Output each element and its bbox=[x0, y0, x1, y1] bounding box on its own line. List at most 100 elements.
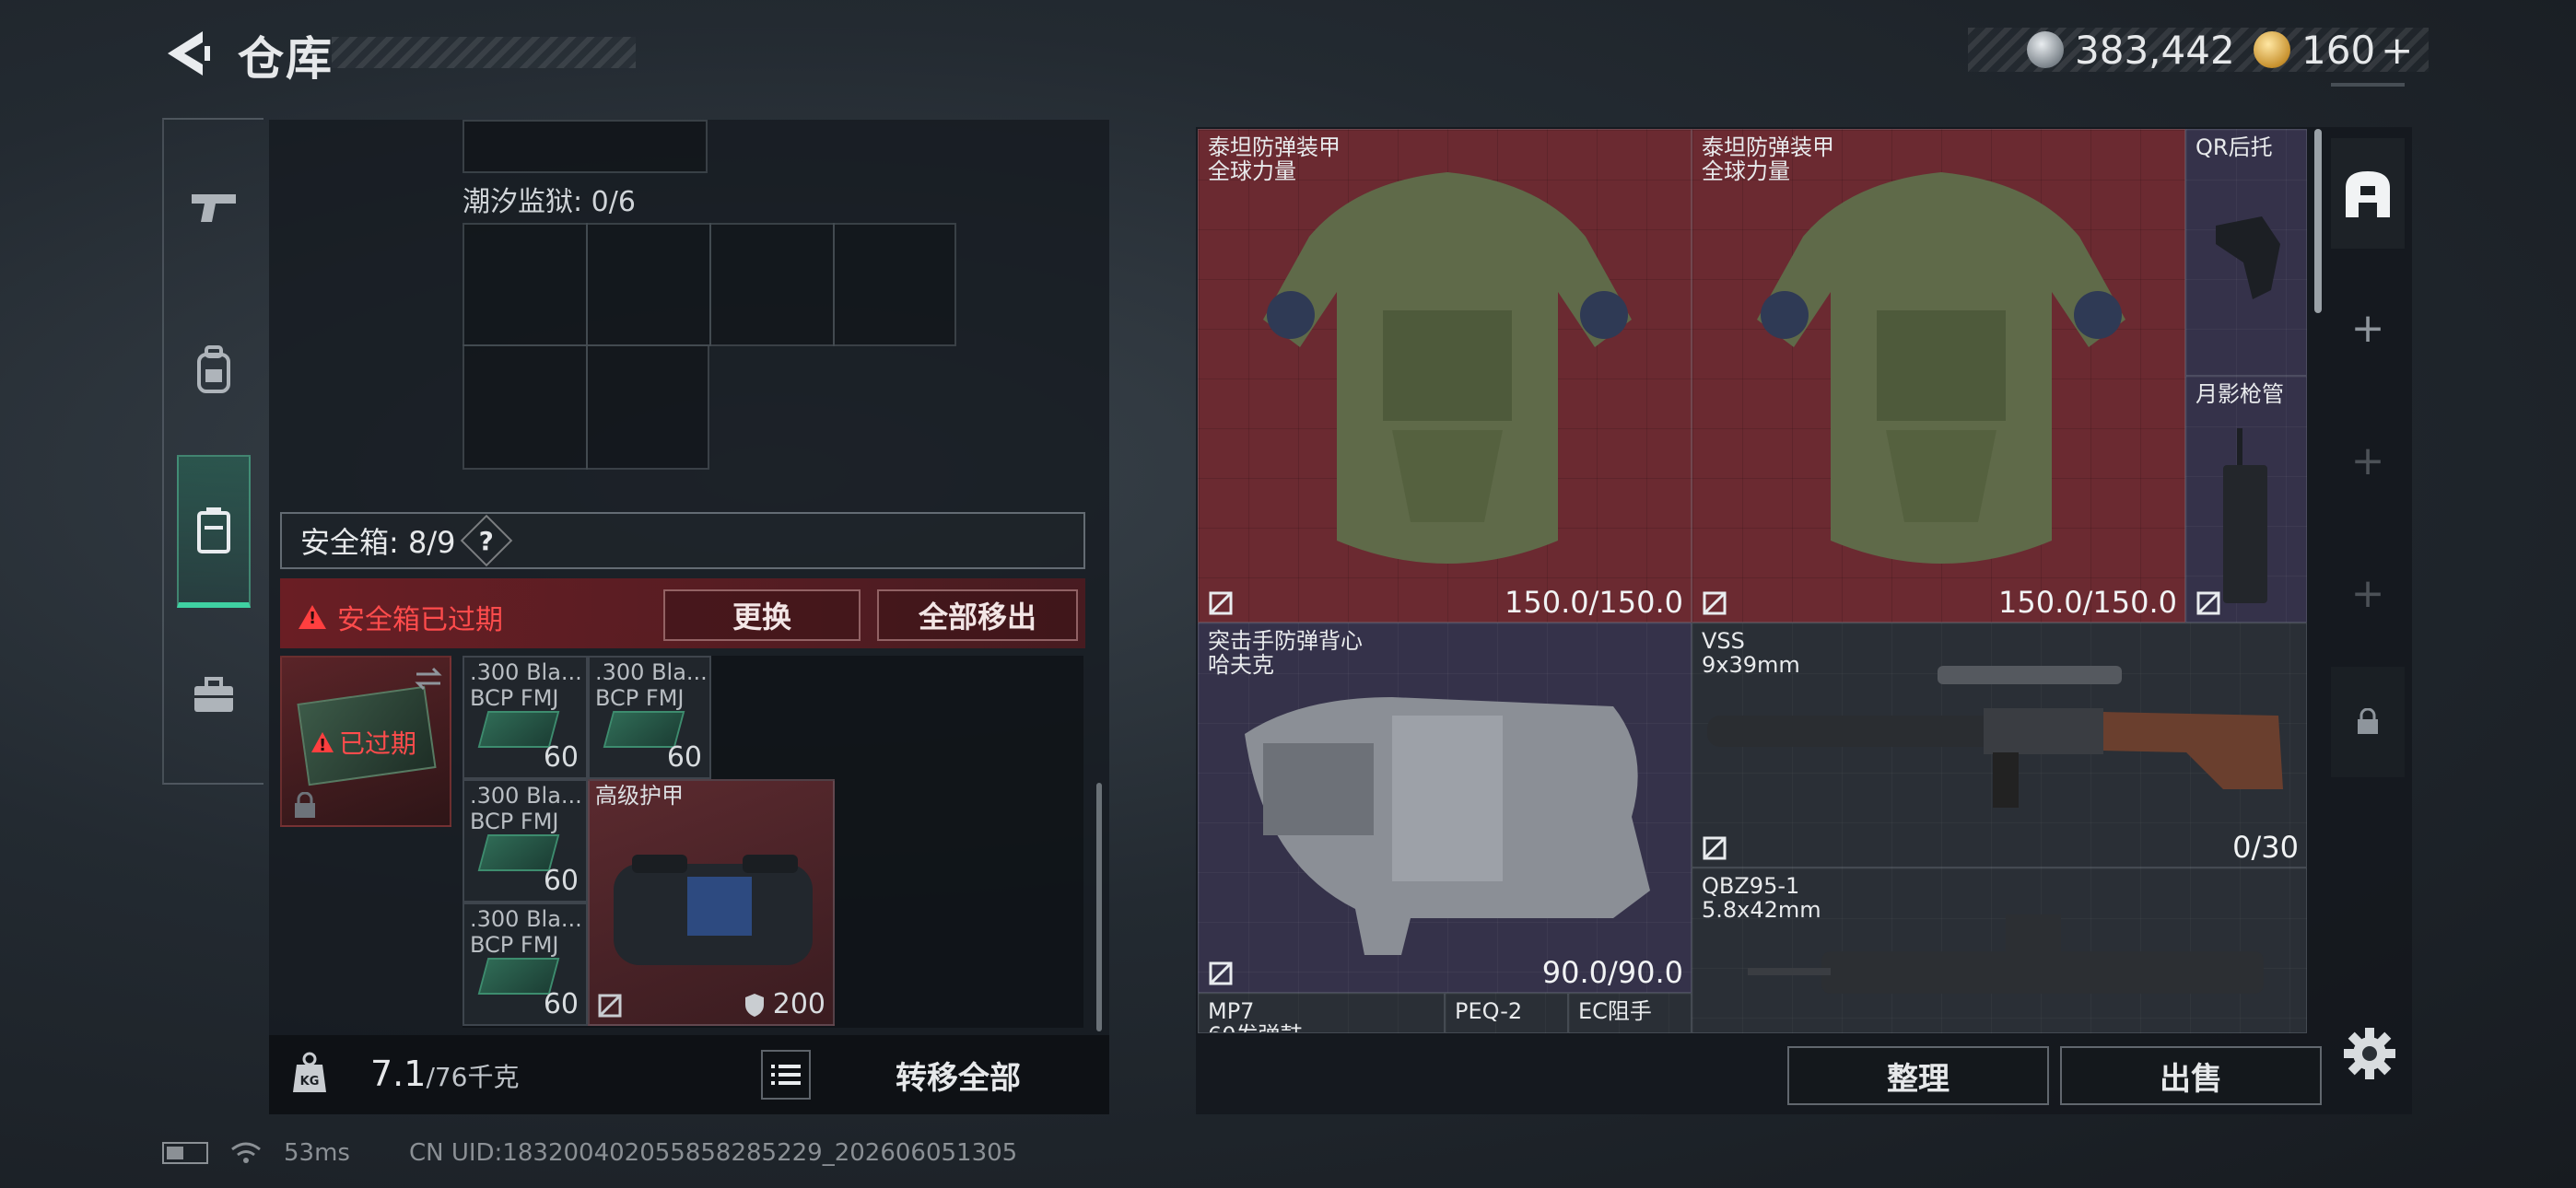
grid-cell[interactable] bbox=[463, 344, 588, 470]
weight-icon: KG bbox=[293, 1052, 326, 1092]
qbz95-rifle-image bbox=[1748, 914, 2264, 994]
item-name: 高级护甲 bbox=[595, 783, 684, 809]
safe-box-header: 安全箱: 8/9 ? bbox=[280, 512, 1085, 569]
no-insurance-icon bbox=[1703, 836, 1727, 860]
sort-button[interactable]: 整理 bbox=[1787, 1046, 2049, 1105]
tide-prison-label: 潮汐监狱: 0/6 bbox=[463, 186, 636, 218]
durability: 90.0/90.0 bbox=[1541, 955, 1683, 990]
attachment-slot[interactable]: EC阻手 bbox=[1568, 993, 1692, 1033]
transfer-all-button[interactable]: 转移全部 bbox=[866, 1050, 1050, 1100]
backpack-icon bbox=[197, 345, 230, 393]
slot-name: 突击手防弹背心 哈夫克 bbox=[1208, 628, 1363, 678]
silver-amount: 383,442 bbox=[2075, 27, 2235, 73]
attachment-slot[interactable]: 月影枪管 bbox=[2185, 376, 2307, 623]
expired-message-text: 安全箱已过期 bbox=[337, 604, 503, 636]
rail-tab-weapons[interactable] bbox=[177, 157, 251, 258]
weight-readout: 7.1/76千克 bbox=[370, 1054, 520, 1094]
grid-cell[interactable] bbox=[463, 223, 588, 346]
page-title: 仓库 bbox=[238, 32, 334, 86]
vest-slot[interactable]: 突击手防弹背心 哈夫克 90.0/90.0 bbox=[1198, 623, 1692, 993]
no-insurance-icon bbox=[2196, 591, 2220, 615]
armor-value: 200 bbox=[744, 988, 825, 1020]
warning-icon bbox=[311, 732, 334, 755]
ammo-item[interactable]: .300 Bla... BCP FMJ 60 bbox=[463, 656, 588, 779]
swap-icon bbox=[413, 665, 444, 693]
container-slot-locked[interactable] bbox=[2331, 667, 2405, 777]
ammo-item[interactable]: .300 Bla... BCP FMJ 60 bbox=[463, 779, 588, 903]
replace-button[interactable]: 更换 bbox=[663, 589, 861, 641]
armor-bag-image bbox=[614, 855, 813, 965]
gold-amount: 160 bbox=[2301, 27, 2376, 73]
attachment-slot[interactable]: QR后托 bbox=[2185, 129, 2307, 376]
grid-cell[interactable] bbox=[709, 223, 835, 346]
rail-tab-backpack[interactable] bbox=[177, 319, 251, 420]
gold-currency[interactable]: 160 + bbox=[2254, 27, 2413, 73]
gold-coin-icon bbox=[2254, 31, 2290, 68]
item-name: .300 Bla... BCP FMJ bbox=[470, 659, 582, 711]
add-currency-icon[interactable]: + bbox=[2381, 28, 2413, 73]
svg-text:KG: KG bbox=[300, 1075, 320, 1089]
ammo-count: 0/30 bbox=[2232, 830, 2299, 865]
no-insurance-icon bbox=[1209, 591, 1233, 615]
sell-button[interactable]: 出售 bbox=[2060, 1046, 2322, 1105]
list-icon bbox=[771, 1065, 801, 1085]
durability: 150.0/150.0 bbox=[1505, 585, 1683, 620]
grid-cell[interactable] bbox=[586, 223, 711, 346]
armor-value-text: 200 bbox=[772, 988, 825, 1020]
rail-tab-toolbox[interactable] bbox=[177, 645, 251, 746]
container-slot-add[interactable]: + bbox=[2331, 405, 2405, 516]
grid-cell[interactable] bbox=[463, 120, 708, 173]
slot-name: EC阻手 bbox=[1578, 998, 1652, 1024]
plus-icon: + bbox=[2350, 569, 2385, 617]
item-count: 60 bbox=[543, 988, 579, 1020]
ammo-item[interactable]: .300 Bla... BCP FMJ 60 bbox=[463, 903, 588, 1026]
grid-cell[interactable] bbox=[833, 223, 956, 346]
right-rail-divider bbox=[2331, 83, 2405, 87]
loadout-scrollbar[interactable] bbox=[2314, 129, 2322, 313]
container-slot-add[interactable]: + bbox=[2331, 273, 2405, 383]
item-count: 60 bbox=[543, 741, 579, 774]
container-slot-add[interactable]: + bbox=[2331, 538, 2405, 648]
slot-name: QR后托 bbox=[2195, 134, 2273, 160]
vest-icon bbox=[197, 507, 230, 553]
expired-status-text: 已过期 bbox=[339, 728, 417, 759]
remove-all-button[interactable]: 全部移出 bbox=[877, 589, 1078, 641]
safe-box-item[interactable]: 已过期 bbox=[280, 656, 451, 827]
no-insurance-icon bbox=[598, 994, 622, 1018]
barrel-image bbox=[2223, 428, 2267, 603]
safe-box-help-button[interactable]: ? bbox=[461, 514, 513, 567]
item-count: 60 bbox=[666, 741, 702, 774]
weapon-slot[interactable]: QBZ95-1 5.8x42mm bbox=[1692, 868, 2307, 1033]
settings-gear-icon[interactable] bbox=[2340, 1024, 2399, 1083]
pistol-icon bbox=[192, 194, 236, 222]
weapon-slot[interactable]: MP760发弹鼓 bbox=[1198, 993, 1445, 1033]
ammo-item[interactable]: .300 Bla... BCP FMJ 60 bbox=[588, 656, 711, 779]
durability: 150.0/150.0 bbox=[1998, 585, 2177, 620]
weight-value: 7.1 bbox=[370, 1054, 427, 1094]
silver-coin-icon bbox=[2027, 31, 2064, 68]
safe-box-label: 安全箱: 8/9 bbox=[300, 525, 456, 560]
attachment-slot[interactable]: PEQ-2 bbox=[1445, 993, 1568, 1033]
armor-item[interactable]: 高级护甲 200 bbox=[588, 779, 835, 1026]
armor-slot[interactable]: 泰坦防弹装甲 全球力量 150.0/150.0 bbox=[1198, 129, 1692, 623]
weight-capacity: /76千克 bbox=[426, 1062, 520, 1092]
warning-icon bbox=[299, 605, 326, 629]
plus-icon: + bbox=[2350, 304, 2385, 352]
armor-slot[interactable]: 泰坦防弹装甲 全球力量 150.0/150.0 bbox=[1692, 129, 2185, 623]
container-tab-home[interactable] bbox=[2331, 138, 2405, 249]
no-insurance-icon bbox=[1209, 961, 1233, 985]
grid-cell[interactable] bbox=[586, 344, 709, 470]
slot-name: PEQ-2 bbox=[1455, 998, 1523, 1024]
item-name: .300 Bla... BCP FMJ bbox=[595, 659, 708, 711]
inventory-scrollbar[interactable] bbox=[1096, 783, 1102, 1031]
back-arrow-icon bbox=[168, 31, 210, 76]
plus-icon: + bbox=[2350, 437, 2385, 484]
list-view-button[interactable] bbox=[761, 1050, 811, 1100]
rail-tab-vest[interactable] bbox=[177, 455, 251, 608]
silver-currency: 383,442 bbox=[2027, 27, 2235, 73]
back-button[interactable] bbox=[162, 26, 214, 81]
vss-rifle-image bbox=[1707, 666, 2283, 808]
weapon-slot[interactable]: VSS 9x39mm 0/30 bbox=[1692, 623, 2307, 868]
no-insurance-icon bbox=[1703, 591, 1727, 615]
slot-name: 月影枪管 bbox=[2195, 381, 2284, 407]
